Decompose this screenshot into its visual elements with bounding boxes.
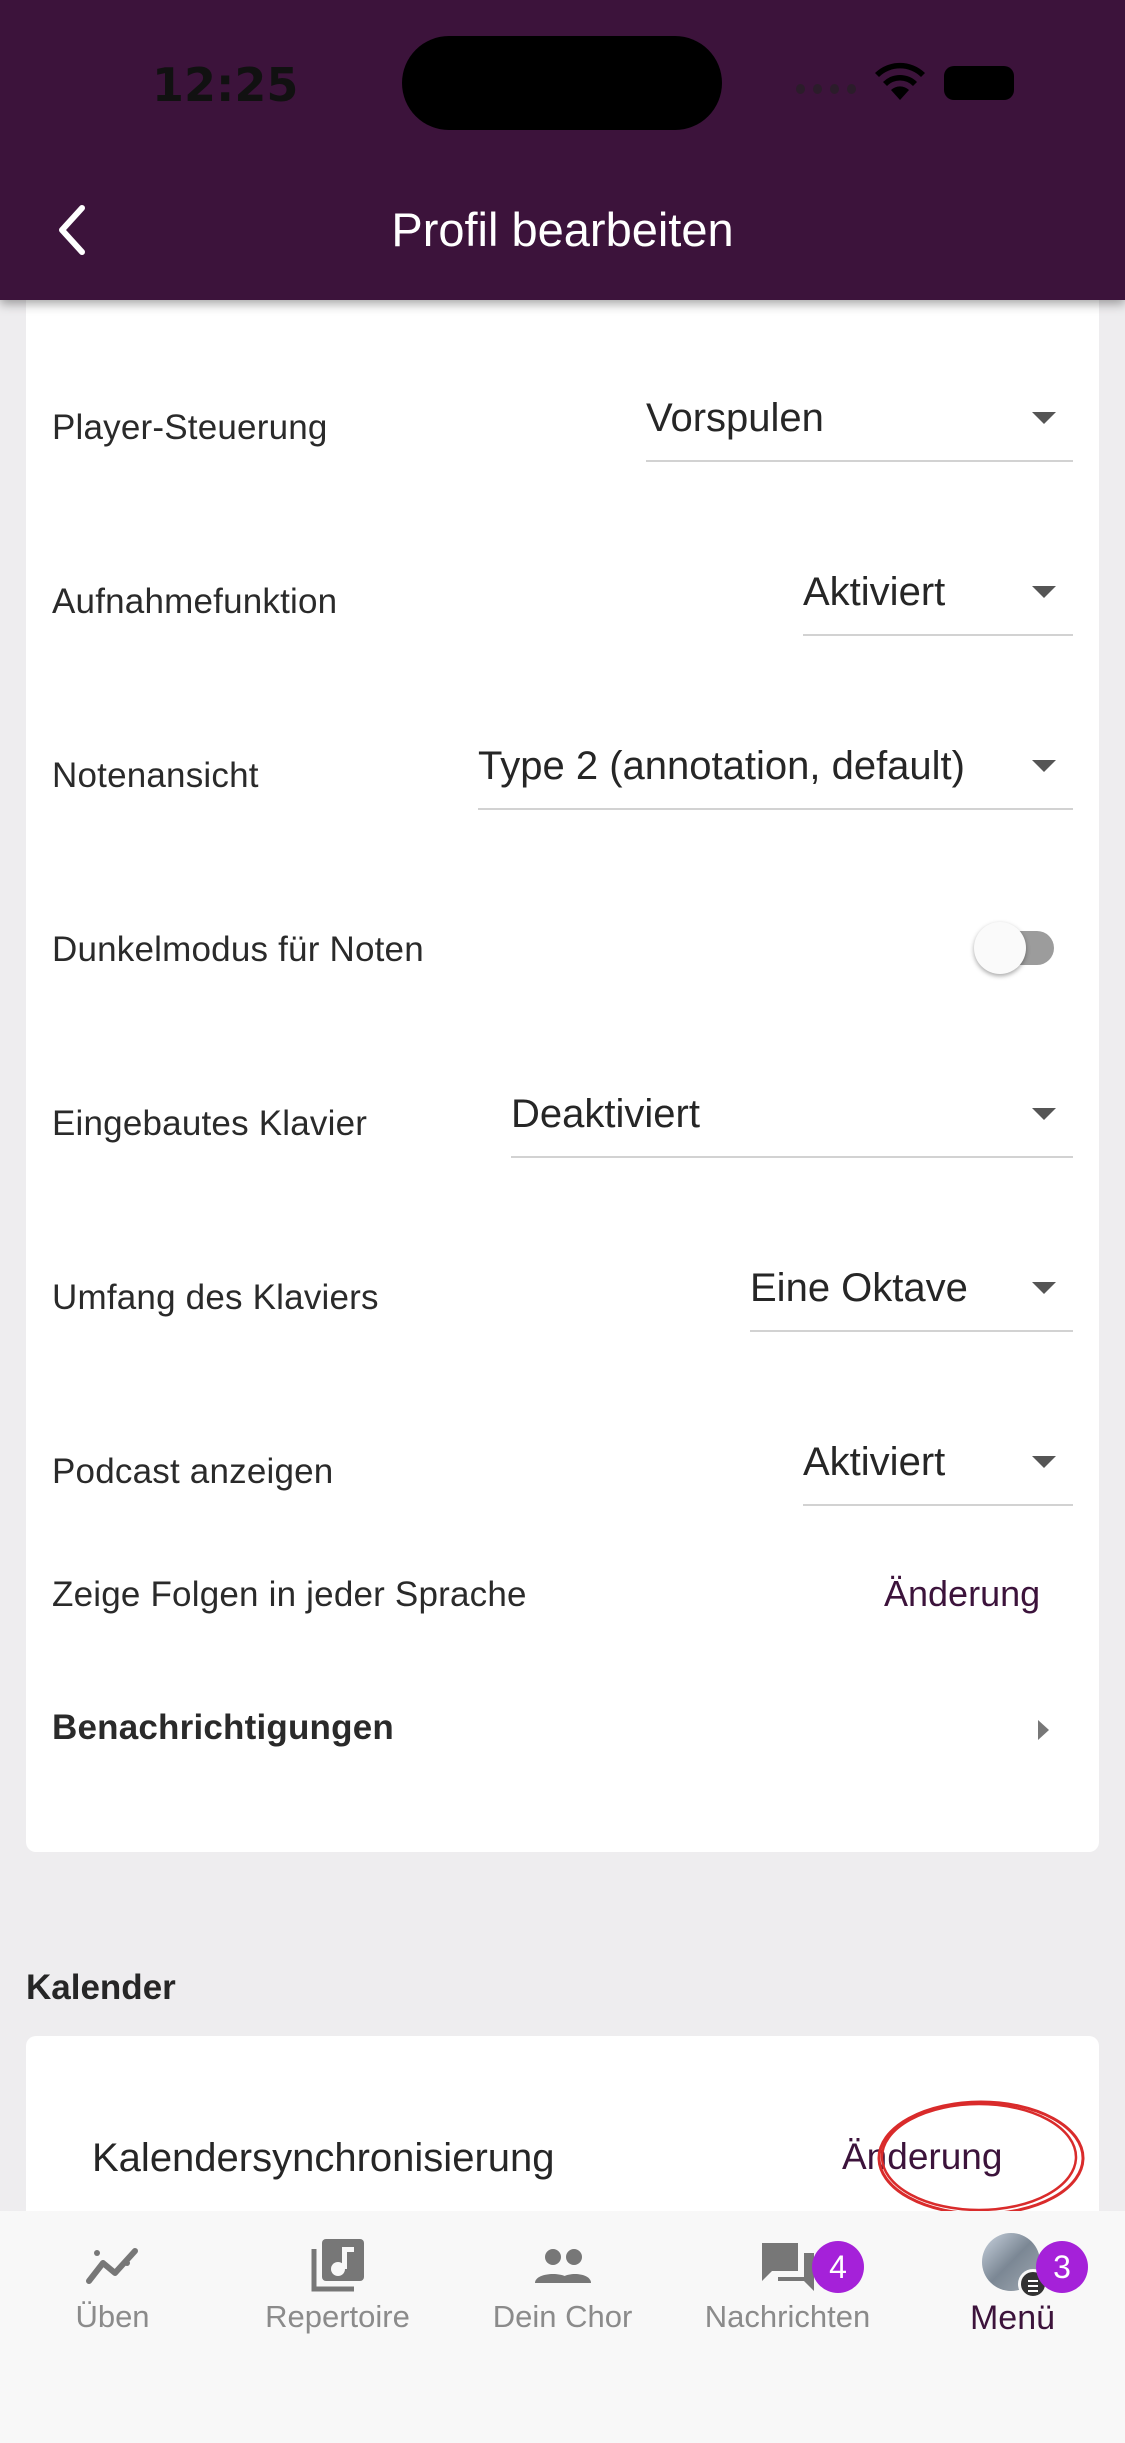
- setting-label: Eingebautes Klavier: [52, 1104, 368, 1143]
- setting-label: Player-Steuerung: [52, 408, 328, 447]
- change-episodes-language-link[interactable]: Änderung: [884, 1573, 1040, 1615]
- dropdown-arrow-icon: [1032, 760, 1056, 772]
- highlight-circle-annotation: [877, 2100, 1085, 2216]
- nav-item-nachrichten[interactable]: 4 Nachrichten: [675, 2211, 900, 2443]
- wifi-icon: [875, 62, 925, 100]
- podcast-select[interactable]: Aktiviert: [803, 1432, 1073, 1506]
- select-value: Eine Oktave: [750, 1266, 968, 1310]
- player-control-select[interactable]: Vorspulen: [646, 388, 1073, 462]
- nav-item-menu[interactable]: 3 Menü: [900, 2211, 1125, 2443]
- chart-trend-icon: [86, 2248, 138, 2284]
- setting-label: Umfang des Klaviers: [52, 1278, 379, 1317]
- dark-mode-toggle[interactable]: [974, 920, 1066, 976]
- unread-badge: 4: [812, 2241, 864, 2293]
- setting-label: Podcast anzeigen: [52, 1452, 334, 1491]
- setting-label: Zeige Folgen in jeder Sprache: [52, 1575, 527, 1614]
- setting-label: Dunkelmodus für Noten: [52, 930, 424, 969]
- nav-label: Menü: [969, 2299, 1056, 2337]
- score-view-select[interactable]: Type 2 (annotation, default): [478, 736, 1073, 810]
- menu-badge: 3: [1036, 2241, 1088, 2293]
- piano-select[interactable]: Deaktiviert: [511, 1084, 1073, 1158]
- select-value: Vorspulen: [646, 396, 824, 440]
- calendar-sync-label: Kalendersynchronisierung: [92, 2136, 555, 2180]
- setting-label: Aufnahmefunktion: [52, 582, 338, 621]
- app-bar: 12:25 Profil bearbeiten: [0, 0, 1125, 300]
- signal-icon: [796, 84, 856, 94]
- nav-label: Nachrichten: [704, 2299, 871, 2334]
- nav-item-dein-chor[interactable]: Dein Chor: [450, 2211, 675, 2443]
- dropdown-arrow-icon: [1032, 1456, 1056, 1468]
- select-value: Deaktiviert: [511, 1092, 700, 1136]
- dropdown-arrow-icon: [1032, 586, 1056, 598]
- dynamic-island: [402, 36, 722, 130]
- piano-range-select[interactable]: Eine Oktave: [750, 1258, 1073, 1332]
- bottom-navigation: Üben Repertoire Dein Chor 4 Nachrichten: [0, 2211, 1125, 2443]
- select-value: Type 2 (annotation, default): [478, 744, 965, 788]
- status-time: 12:25: [152, 58, 299, 112]
- setting-label: Notenansicht: [52, 756, 259, 795]
- nav-label: Dein Chor: [492, 2299, 633, 2334]
- chat-icon: [762, 2243, 814, 2291]
- settings-card: Player-Steuerung Vorspulen Aufnahmefunkt…: [26, 300, 1099, 1852]
- nav-label: Üben: [75, 2299, 150, 2334]
- recording-select[interactable]: Aktiviert: [803, 562, 1073, 636]
- notifications-row[interactable]: Benachrichtigungen: [26, 1708, 1099, 1758]
- battery-icon: [944, 66, 1014, 100]
- page-title: Profil bearbeiten: [391, 203, 734, 256]
- dropdown-arrow-icon: [1032, 412, 1056, 424]
- setting-label: Benachrichtigungen: [52, 1708, 394, 1747]
- nav-item-repertoire[interactable]: Repertoire: [225, 2211, 450, 2443]
- select-value: Aktiviert: [803, 570, 946, 614]
- nav-label: Repertoire: [265, 2299, 410, 2334]
- nav-item-ueben[interactable]: Üben: [0, 2211, 225, 2443]
- people-icon: [535, 2249, 591, 2283]
- dropdown-arrow-icon: [1032, 1282, 1056, 1294]
- section-title-kalender: Kalender: [26, 1968, 176, 2007]
- music-library-icon: [311, 2239, 364, 2292]
- toggle-thumb: [974, 922, 1026, 974]
- chevron-right-icon: [1038, 1720, 1049, 1740]
- dropdown-arrow-icon: [1032, 1108, 1056, 1120]
- select-value: Aktiviert: [803, 1440, 946, 1484]
